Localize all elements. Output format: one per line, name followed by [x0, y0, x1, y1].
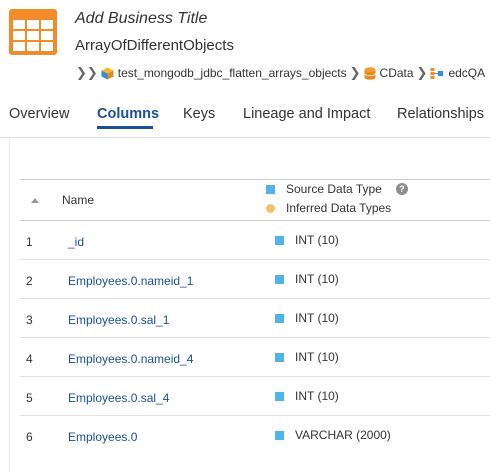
help-icon[interactable]: ? — [395, 183, 408, 195]
tab-columns[interactable]: Columns — [97, 106, 159, 122]
breadcrumb: ❯❯ test_mongodb_jdbc_flatten_arrays_obje… — [73, 64, 485, 82]
source-type-square-icon — [275, 313, 284, 323]
object-name: ArrayOfDifferentObjects — [75, 37, 234, 54]
breadcrumb-expand-icon[interactable]: ❯❯ — [76, 65, 98, 81]
chevron-right-icon: ❯ — [416, 65, 428, 80]
tab-overview[interactable]: Overview — [9, 106, 69, 122]
row-number: 1 — [26, 235, 33, 249]
data-type-value: VARCHAR (2000) — [295, 428, 391, 442]
source-data-type: INT (10) — [275, 272, 339, 286]
active-tab-indicator — [97, 126, 153, 129]
breadcrumb-item-schema[interactable]: edcQA — [448, 66, 485, 80]
breadcrumb-item-resource[interactable]: test_mongodb_jdbc_flatten_arrays_objects — [118, 66, 347, 80]
business-title[interactable]: Add Business Title — [75, 10, 207, 28]
data-type-value: INT (10) — [295, 350, 339, 364]
row-number: 2 — [26, 274, 33, 288]
tab-bar: Overview Columns Keys Lineage and Impact… — [0, 96, 490, 138]
source-type-square-icon — [275, 352, 284, 362]
inferred-types-label: Inferred Data Types — [286, 201, 392, 215]
column-header-name[interactable]: Name — [62, 193, 94, 207]
column-name-link[interactable]: Employees.0.nameid_1 — [68, 274, 193, 288]
schema-icon — [430, 67, 444, 79]
breadcrumb-item-database[interactable]: CData — [380, 66, 414, 80]
table-row[interactable]: 5 Employees.0.sal_4 INT (10) — [20, 377, 490, 416]
row-number: 5 — [26, 391, 33, 405]
data-type-value: INT (10) — [295, 272, 339, 286]
source-type-square-icon — [275, 430, 284, 440]
source-type-square-icon — [266, 184, 275, 194]
table-row[interactable]: 3 Employees.0.sal_1 INT (10) — [20, 299, 490, 338]
source-type-square-icon — [275, 391, 284, 401]
source-type-label: Source Data Type — [286, 182, 382, 196]
column-name-link[interactable]: Employees.0.sal_1 — [68, 313, 169, 327]
database-icon — [363, 66, 376, 80]
cube-icon — [101, 67, 114, 79]
source-data-type: VARCHAR (2000) — [275, 428, 391, 442]
chevron-right-icon: ❯ — [349, 65, 361, 80]
table-row[interactable]: 1 _id INT (10) — [20, 221, 490, 260]
tab-relationships[interactable]: Relationships — [397, 106, 484, 122]
data-type-value: INT (10) — [295, 233, 339, 247]
data-type-value: INT (10) — [295, 389, 339, 403]
tab-lineage-and-impact[interactable]: Lineage and Impact — [243, 106, 370, 122]
table-row[interactable]: 2 Employees.0.nameid_1 INT (10) — [20, 260, 490, 299]
source-data-type: INT (10) — [275, 233, 339, 247]
column-name-link[interactable]: Employees.0 — [68, 430, 137, 444]
data-type-value: INT (10) — [295, 311, 339, 325]
source-data-type: INT (10) — [275, 311, 339, 325]
asset-header: Add Business Title ArrayOfDifferentObjec… — [0, 0, 490, 96]
table-row[interactable]: 4 Employees.0.nameid_4 INT (10) — [20, 338, 490, 377]
source-type-square-icon — [275, 274, 284, 284]
columns-table: Name Source Data Type ? Inferred Data Ty… — [20, 179, 490, 455]
table-icon — [9, 9, 57, 55]
sort-ascending-icon[interactable] — [31, 198, 39, 203]
source-type-square-icon — [275, 235, 284, 245]
column-name-link[interactable]: Employees.0.sal_4 — [68, 391, 169, 405]
row-number: 4 — [26, 352, 33, 366]
row-number: 6 — [26, 430, 33, 444]
inferred-type-circle-icon — [266, 203, 275, 213]
column-name-link[interactable]: _id — [68, 235, 84, 249]
column-header-source-type[interactable]: Source Data Type ? — [266, 182, 408, 196]
source-data-type: INT (10) — [275, 389, 339, 403]
table-header: Name Source Data Type ? Inferred Data Ty… — [20, 179, 490, 221]
column-name-link[interactable]: Employees.0.nameid_4 — [68, 352, 193, 366]
column-header-inferred-types[interactable]: Inferred Data Types — [266, 201, 391, 215]
source-data-type: INT (10) — [275, 350, 339, 364]
tab-keys[interactable]: Keys — [183, 106, 215, 122]
row-number: 3 — [26, 313, 33, 327]
table-row[interactable]: 6 Employees.0 VARCHAR (2000) — [20, 416, 490, 455]
columns-panel: Name Source Data Type ? Inferred Data Ty… — [9, 139, 490, 472]
